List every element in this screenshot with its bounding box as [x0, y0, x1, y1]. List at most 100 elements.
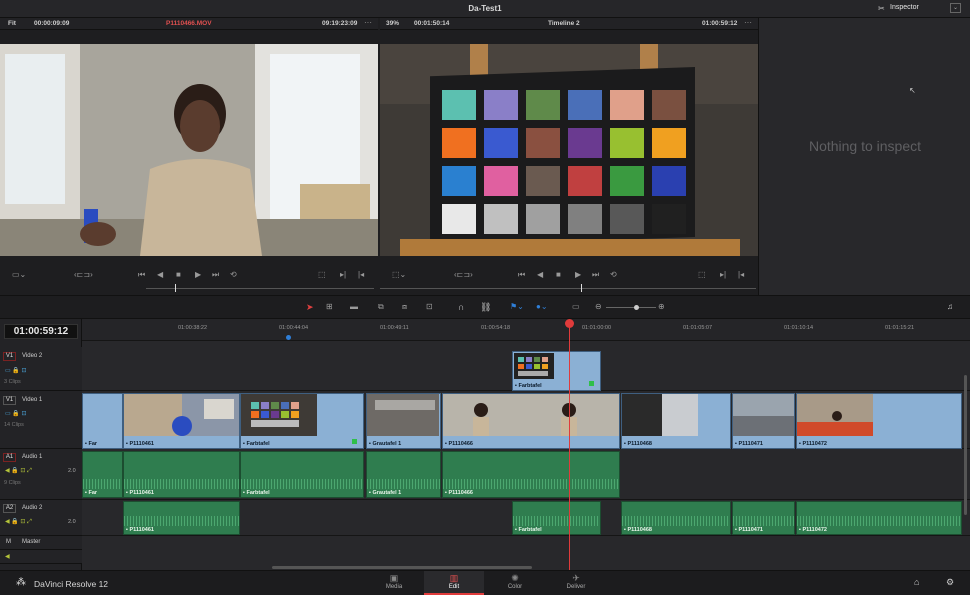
gear-icon[interactable]: ⚙ [946, 577, 954, 588]
timeline-zoom[interactable]: 39% [386, 20, 399, 27]
clip-flag [589, 381, 594, 386]
video-clip[interactable]: ▪ Grautafel 1 [366, 393, 441, 449]
video-clip[interactable]: ▪ P1110471 [732, 393, 795, 449]
page-color[interactable]: ✺ Color [485, 571, 545, 595]
video-clip[interactable]: ▪ Far [82, 393, 123, 449]
audio-clip[interactable]: ▪ Grautafel 1 [366, 451, 441, 498]
track-id[interactable]: A1 [3, 453, 16, 462]
page-edit[interactable]: ▥ Edit [424, 571, 484, 595]
clip-label: ▪ Far [85, 441, 98, 447]
timeline-scrubber[interactable] [380, 288, 756, 289]
video-clip[interactable]: ▪ P1110466 [442, 393, 620, 449]
more-options-icon[interactable]: ··· [364, 18, 372, 27]
trim-tool-icon[interactable]: ⊞ [326, 302, 333, 311]
track-controls-icon[interactable]: ◀ 🔒 ⊡ ⤢ [5, 518, 32, 526]
home-icon[interactable]: ⌂ [914, 577, 919, 587]
track-id[interactable]: V1 [3, 396, 16, 405]
source-scrubber[interactable] [146, 288, 374, 289]
track-controls-icon[interactable]: ◀ 🔒 ⊡ ⤢ [5, 467, 32, 475]
stop-icon[interactable]: ■ [556, 270, 561, 279]
go-to-start-icon[interactable]: ⏮ [138, 270, 145, 280]
go-to-end-icon[interactable]: ⏭ [592, 270, 599, 280]
vertical-scrollbar[interactable] [964, 375, 967, 515]
audio-clip[interactable]: ▪ P1110461 [123, 501, 240, 535]
mark-out-icon[interactable]: |◂ [358, 270, 364, 279]
track-controls-icon[interactable]: ▭ 🔒 ⊡ [5, 367, 27, 374]
page-media[interactable]: ▣ Media [364, 571, 424, 595]
track-id[interactable]: A2 [3, 504, 16, 513]
track-controls-icon[interactable]: ▭ 🔒 ⊡ [5, 410, 27, 417]
full-extent-zoom-icon[interactable]: ▭ [572, 302, 580, 311]
audio-clip[interactable]: ▪ P1110468 [621, 501, 731, 535]
timeline-name[interactable]: Timeline 2 [548, 20, 580, 27]
source-clip-name: P1110466.MOV [166, 20, 212, 27]
inspector-icon[interactable]: ✂ [878, 4, 885, 13]
video-clip[interactable]: ▪ P1110468 [621, 393, 731, 449]
mark-out-icon[interactable]: |◂ [738, 270, 744, 279]
insert-clip-icon[interactable]: ⧉ [378, 302, 384, 312]
zoom-out-icon[interactable]: ⊖ [595, 302, 602, 311]
overwrite-clip-icon[interactable]: ⧈ [402, 302, 407, 312]
replace-clip-icon[interactable]: ⊡ [426, 302, 433, 311]
timeline-marker[interactable] [286, 335, 291, 340]
source-zoom[interactable]: Fit [8, 20, 16, 27]
match-frame-icon[interactable]: ⬚ [318, 270, 326, 279]
source-viewer-header: Fit 00:00:09:09 P1110466.MOV 09:19:23:09… [0, 18, 378, 30]
more-options-icon[interactable]: ··· [744, 18, 752, 27]
zoom-slider-handle[interactable] [634, 305, 639, 310]
track-id[interactable]: V1 [3, 352, 16, 361]
zoom-in-icon[interactable]: ⊕ [658, 302, 665, 311]
expand-icon[interactable]: ⌄ [950, 3, 961, 13]
flag-icon[interactable]: ⚑⌄ [510, 302, 524, 311]
video-clip[interactable]: ▪ Farbtafel [240, 393, 364, 449]
timeline-viewer[interactable] [380, 44, 758, 256]
go-to-end-icon[interactable]: ⏭ [212, 270, 219, 280]
audio-clip[interactable]: ▪ P1110461 [123, 451, 240, 498]
zoom-slider[interactable] [606, 307, 656, 308]
page-deliver[interactable]: ✈ Deliver [546, 571, 606, 595]
video-clip[interactable]: ▪ P1110461 [123, 393, 240, 449]
playhead[interactable] [569, 320, 570, 570]
clip-label: ▪ P1110466 [445, 441, 473, 447]
timeline-ruler[interactable] [82, 319, 970, 341]
play-icon[interactable]: ▶ [195, 270, 201, 279]
audio-clip[interactable]: ▪ P1110471 [732, 501, 795, 535]
clip-label: ▪ P1110466 [445, 490, 473, 496]
horizontal-scrollbar[interactable] [272, 566, 532, 569]
audio-clip[interactable]: ▪ Far [82, 451, 123, 498]
link-icon[interactable]: ⛓ [480, 302, 491, 313]
waveform [797, 516, 961, 526]
play-reverse-icon[interactable]: ◀ [157, 270, 163, 279]
view-options-icon[interactable]: ⬚⌄ [392, 270, 406, 279]
loop-icon[interactable]: ⟲ [610, 270, 617, 279]
snapping-icon[interactable]: ∩ [458, 302, 464, 312]
video-clip[interactable]: ▪ P1110472 [796, 393, 962, 449]
source-playhead[interactable] [175, 284, 176, 292]
selection-tool-icon[interactable]: ➤ [306, 302, 314, 313]
audio-clip[interactable]: ▪ P1110466 [442, 451, 620, 498]
inspector-panel: ↖ Nothing to inspect [758, 18, 970, 295]
loop-icon[interactable]: ⟲ [230, 270, 237, 279]
timeline-scrubber-playhead[interactable] [581, 284, 582, 292]
match-frame-icon[interactable]: ⬚ [698, 270, 706, 279]
jog-icon[interactable]: ‹⊏⊐› [454, 270, 473, 279]
source-viewer[interactable] [0, 44, 378, 256]
jog-icon[interactable]: ‹⊏⊐› [74, 270, 93, 279]
clip-flag [352, 439, 357, 444]
go-to-start-icon[interactable]: ⏮ [518, 270, 525, 280]
audio-clip[interactable]: ▪ Farbtafel [240, 451, 364, 498]
video-clip[interactable]: ▪ Farbtafel [512, 351, 601, 391]
mark-in-icon[interactable]: ▸| [720, 270, 726, 279]
stop-icon[interactable]: ■ [176, 270, 181, 279]
audio-clip[interactable]: ▪ Farbtafel [512, 501, 601, 535]
master-speaker-icon[interactable]: ◀ [5, 553, 10, 560]
audio-clip[interactable]: ▪ P1110472 [796, 501, 962, 535]
blade-tool-icon[interactable]: ▬ [350, 302, 358, 311]
mark-in-icon[interactable]: ▸| [340, 270, 346, 279]
audio-icon[interactable]: ♫ [947, 302, 953, 311]
play-icon[interactable]: ▶ [575, 270, 581, 279]
view-options-icon[interactable]: ▭⌄ [12, 270, 26, 279]
play-reverse-icon[interactable]: ◀ [537, 270, 543, 279]
marker-icon[interactable]: ●⌄ [536, 302, 548, 311]
inspector-button[interactable]: Inspector [890, 4, 919, 11]
